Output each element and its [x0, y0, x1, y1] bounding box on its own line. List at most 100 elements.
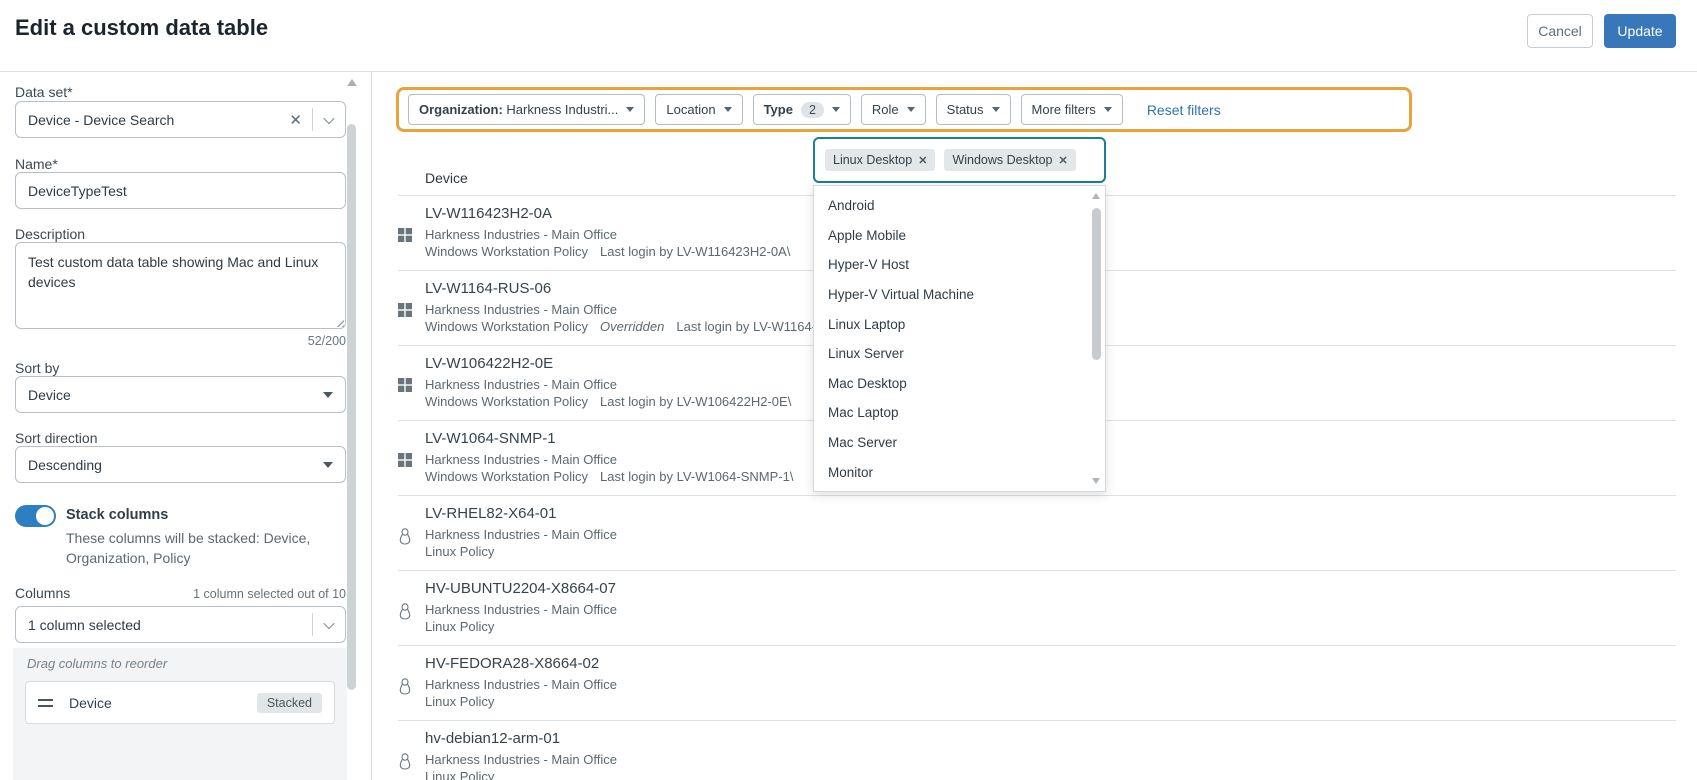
type-option[interactable]: Android — [814, 191, 1105, 221]
type-option[interactable]: Mac Server — [814, 428, 1105, 458]
device-org: Harkness Industries - Main Office — [425, 676, 1676, 693]
type-option[interactable]: Linux Laptop — [814, 309, 1105, 339]
columns-summary: 1 column selected out of 10 — [140, 587, 346, 601]
device-name: hv-debian12-arm-01 — [425, 729, 1676, 749]
device-last-login: Last login by LV-W116423H2-0A\ — [600, 243, 790, 260]
caret-down-icon — [832, 107, 840, 112]
device-name: LV-RHEL82-X64-01 — [425, 504, 1676, 524]
description-label: Description — [15, 226, 85, 242]
cancel-button[interactable]: Cancel — [1527, 14, 1593, 48]
caret-down-icon — [323, 462, 333, 468]
device-org: Harkness Industries - Main Office — [425, 601, 1676, 618]
stack-columns-description: These columns will be stacked: Device, O… — [66, 528, 344, 568]
more-filters-button[interactable]: More filters — [1021, 94, 1123, 125]
organization-filter-button[interactable]: Organization: Harkness Industri... — [408, 94, 645, 125]
chevron-down-icon[interactable] — [323, 112, 334, 123]
type-option[interactable]: Hyper-V Host — [814, 250, 1105, 280]
dataset-value: Device - Device Search — [28, 112, 283, 128]
scroll-down-icon[interactable] — [1092, 478, 1100, 484]
sort-direction-select[interactable]: Descending — [15, 446, 346, 483]
windows-icon — [398, 378, 413, 394]
dropdown-scrollbar-thumb[interactable] — [1092, 208, 1101, 360]
reset-filters-link[interactable]: Reset filters — [1147, 102, 1221, 118]
chip-label: Linux Desktop — [833, 153, 912, 167]
sort-direction-label: Sort direction — [15, 430, 97, 446]
dropdown-scrollbar[interactable] — [1090, 190, 1102, 487]
table-row[interactable]: HV-UBUNTU2204-X8664-07 Harkness Industri… — [398, 571, 1676, 646]
device-name: HV-FEDORA28-X8664-02 — [425, 654, 1676, 674]
status-filter-button[interactable]: Status — [936, 94, 1011, 125]
type-option[interactable]: Mac Desktop — [814, 369, 1105, 399]
name-field-wrap — [15, 172, 346, 209]
type-filter-label: Type — [764, 102, 793, 117]
type-filter-chip-input[interactable]: Linux Desktop ✕ Windows Desktop✕ — [813, 137, 1106, 183]
device-org: Harkness Industries - Main Office — [425, 526, 1676, 543]
sort-by-label: Sort by — [15, 360, 59, 376]
windows-icon — [398, 453, 413, 469]
type-option[interactable]: Apple Mobile — [814, 221, 1105, 251]
remove-chip-icon[interactable]: ✕ — [918, 154, 927, 167]
sidebar-scrollbar-thumb[interactable] — [347, 124, 356, 690]
sort-by-value: Device — [28, 387, 323, 403]
device-policy: Linux Policy — [425, 693, 494, 710]
device-policy: Linux Policy — [425, 543, 494, 560]
more-filters-label: More filters — [1032, 102, 1096, 117]
caret-down-icon — [907, 107, 915, 112]
device-policy: Windows Workstation Policy — [425, 468, 588, 485]
device-last-login: Last login by LV-W1064-SNMP-1\ — [600, 468, 793, 485]
drag-columns-hint: Drag columns to reorder — [27, 656, 167, 671]
role-filter-label: Role — [872, 102, 899, 117]
update-button[interactable]: Update — [1604, 14, 1676, 48]
stacked-badge: Stacked — [257, 693, 322, 713]
device-last-login: Last login by LV-W106422H2-0E\ — [600, 393, 791, 410]
policy-overridden-note: Overridden — [600, 318, 664, 335]
selected-type-chip[interactable]: Linux Desktop ✕ — [825, 149, 935, 171]
caret-down-icon — [1104, 107, 1112, 112]
table-row[interactable]: LV-RHEL82-X64-01 Harkness Industries - M… — [398, 496, 1676, 571]
linux-icon — [398, 753, 413, 769]
chevron-down-icon[interactable] — [323, 617, 334, 628]
stack-columns-label: Stack columns — [66, 507, 168, 523]
type-filter-count-badge: 2 — [801, 102, 824, 118]
table-row[interactable]: HV-FEDORA28-X8664-02 Harkness Industries… — [398, 646, 1676, 721]
drag-handle-icon[interactable] — [38, 699, 53, 707]
dataset-label: Data set* — [15, 84, 73, 100]
device-policy: Windows Workstation Policy — [425, 243, 588, 260]
linux-icon — [398, 678, 413, 694]
type-option[interactable]: Monitor — [814, 457, 1105, 487]
windows-icon — [398, 228, 413, 244]
type-options-dropdown: Android Apple Mobile Hyper-V Host Hyper-… — [813, 185, 1106, 492]
type-option[interactable]: Mac Laptop — [814, 398, 1105, 428]
page-title: Edit a custom data table — [15, 15, 268, 41]
stack-columns-toggle[interactable] — [15, 505, 56, 527]
columns-multiselect[interactable]: 1 column selected — [15, 606, 346, 643]
edit-custom-data-table-page: Edit a custom data table Cancel Update D… — [0, 0, 1697, 780]
sidebar-scroll-up-icon[interactable] — [347, 79, 357, 86]
device-name: HV-UBUNTU2204-X8664-07 — [425, 579, 1676, 599]
type-option[interactable]: Linux Server — [814, 339, 1105, 369]
description-textarea[interactable]: Test custom data table showing Mac and L… — [15, 242, 346, 329]
name-input[interactable] — [28, 183, 333, 199]
role-filter-button[interactable]: Role — [861, 94, 926, 125]
filter-bar-highlight: Organization: Harkness Industri... Locat… — [396, 87, 1412, 132]
selected-type-chip[interactable]: Windows Desktop✕ — [944, 149, 1075, 171]
column-card-device[interactable]: Device Stacked — [25, 681, 335, 724]
dataset-select[interactable]: Device - Device Search ✕ — [15, 101, 346, 138]
location-filter-button[interactable]: Location — [655, 94, 742, 125]
type-filter-button[interactable]: Type 2 — [753, 94, 851, 125]
columns-value: 1 column selected — [28, 617, 312, 633]
device-policy: Windows Workstation Policy — [425, 318, 588, 335]
name-label: Name* — [15, 156, 58, 172]
scroll-up-icon[interactable] — [1092, 193, 1100, 199]
table-row[interactable]: hv-debian12-arm-01 Harkness Industries -… — [398, 721, 1676, 780]
remove-chip-icon[interactable]: ✕ — [1058, 154, 1067, 167]
field-divider — [312, 613, 313, 636]
field-divider — [312, 108, 313, 131]
type-option[interactable]: Hyper-V Virtual Machine — [814, 280, 1105, 310]
sort-by-select[interactable]: Device — [15, 376, 346, 413]
device-policy: Windows Workstation Policy — [425, 393, 588, 410]
clear-dataset-icon[interactable]: ✕ — [283, 111, 312, 129]
linux-icon — [398, 603, 413, 619]
header-divider — [0, 71, 1697, 72]
windows-icon — [398, 303, 413, 319]
